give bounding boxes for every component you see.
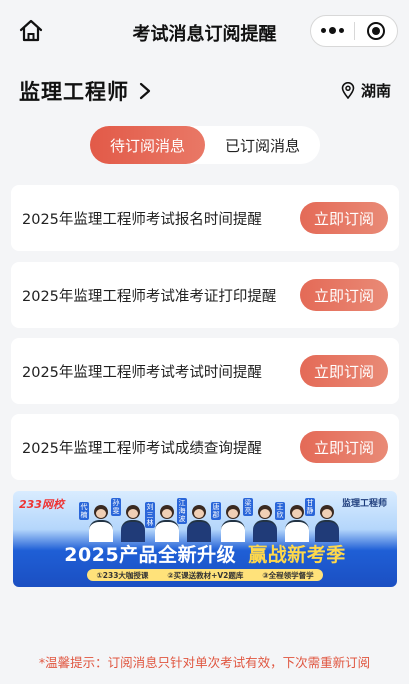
region-selector[interactable]: 湖南	[341, 80, 391, 101]
teacher-name-tag: 孙雯	[111, 498, 121, 516]
reminder-title: 2025年监理工程师考试报名时间提醒	[22, 211, 262, 228]
warm-tip: *温馨提示：订阅消息只针对单次考试有效，下次需重新订阅	[38, 655, 371, 670]
reminder-card: 2025年监理工程师考试报名时间提醒 立即订阅	[11, 185, 399, 251]
region-name: 湖南	[360, 82, 391, 100]
banner-headline: 2025产品全新升级 赢战新考季	[13, 540, 397, 567]
banner-feature: ①233大咖授课	[96, 570, 149, 580]
banner-headline-highlight: 赢战新考季	[248, 544, 346, 566]
banner-headline-main: 2025产品全新升级	[64, 544, 237, 566]
reminder-title: 2025年监理工程师考试准考证打印提醒	[22, 288, 277, 305]
teacher-name-tag: 梁亮	[243, 498, 253, 516]
subscribe-button[interactable]: 立即订阅	[300, 431, 388, 463]
teacher-photo	[315, 505, 339, 542]
reminder-card: 2025年监理工程师考试准考证打印提醒 立即订阅	[11, 262, 399, 328]
teacher-name-tag: 唐郡	[211, 502, 221, 520]
exam-name: 监理工程师	[19, 80, 129, 104]
teacher-name-tag: 刘三林	[145, 502, 155, 528]
tab-pending[interactable]: 待订阅消息	[90, 126, 205, 164]
teacher-name-tag: 代楠	[79, 502, 89, 520]
teacher-photo	[121, 505, 145, 542]
teacher-photo	[155, 505, 179, 542]
reminder-card: 2025年监理工程师考试考试时间提醒 立即订阅	[11, 338, 399, 404]
subscription-tabs: 待订阅消息 已订阅消息	[90, 126, 320, 164]
banner-logo: 233网校	[19, 498, 64, 511]
banner-tag: 监理工程师	[341, 499, 387, 509]
reminder-title: 2025年监理工程师考试成绩查询提醒	[22, 440, 262, 457]
more-dots-icon[interactable]	[311, 16, 354, 46]
reminder-card: 2025年监理工程师考试成绩查询提醒 立即订阅	[11, 414, 399, 480]
reminder-title: 2025年监理工程师考试考试时间提醒	[22, 364, 262, 381]
teacher-photo	[221, 505, 245, 542]
teacher-name-tag: 王欣	[275, 502, 285, 520]
tab-subscribed[interactable]: 已订阅消息	[205, 126, 320, 164]
teacher-photo	[187, 505, 211, 542]
banner-feature: ②买课送教材+V2题库	[167, 570, 244, 580]
subscribe-button[interactable]: 立即订阅	[300, 202, 388, 234]
teacher-name-tag: 江海波	[177, 498, 187, 524]
mini-program-close-icon[interactable]	[355, 16, 398, 46]
location-pin-icon	[341, 82, 355, 99]
teacher-photo	[89, 505, 113, 542]
chevron-right-icon	[139, 82, 151, 100]
banner-feature: ③全程领学督学	[262, 570, 314, 580]
exam-selector[interactable]: 监理工程师	[19, 76, 153, 106]
teacher-lineup: 代楠 孙雯 刘三林 江海波 唐郡 梁亮 王欣 甘静	[75, 498, 343, 542]
banner-features: ①233大咖授课 ②买课送教材+V2题库 ③全程领学督学	[87, 569, 323, 581]
navigation-bar: 考试消息订阅提醒	[0, 0, 409, 62]
teacher-name-tag: 甘静	[305, 498, 315, 516]
mini-program-capsule	[310, 15, 398, 47]
teacher-photo	[253, 505, 277, 542]
subscribe-button[interactable]: 立即订阅	[300, 355, 388, 387]
promo-banner[interactable]: 233网校 监理工程师 代楠 孙雯 刘三林 江海波 唐郡 梁亮 王欣 甘静 20…	[13, 491, 397, 587]
subscribe-button[interactable]: 立即订阅	[300, 279, 388, 311]
